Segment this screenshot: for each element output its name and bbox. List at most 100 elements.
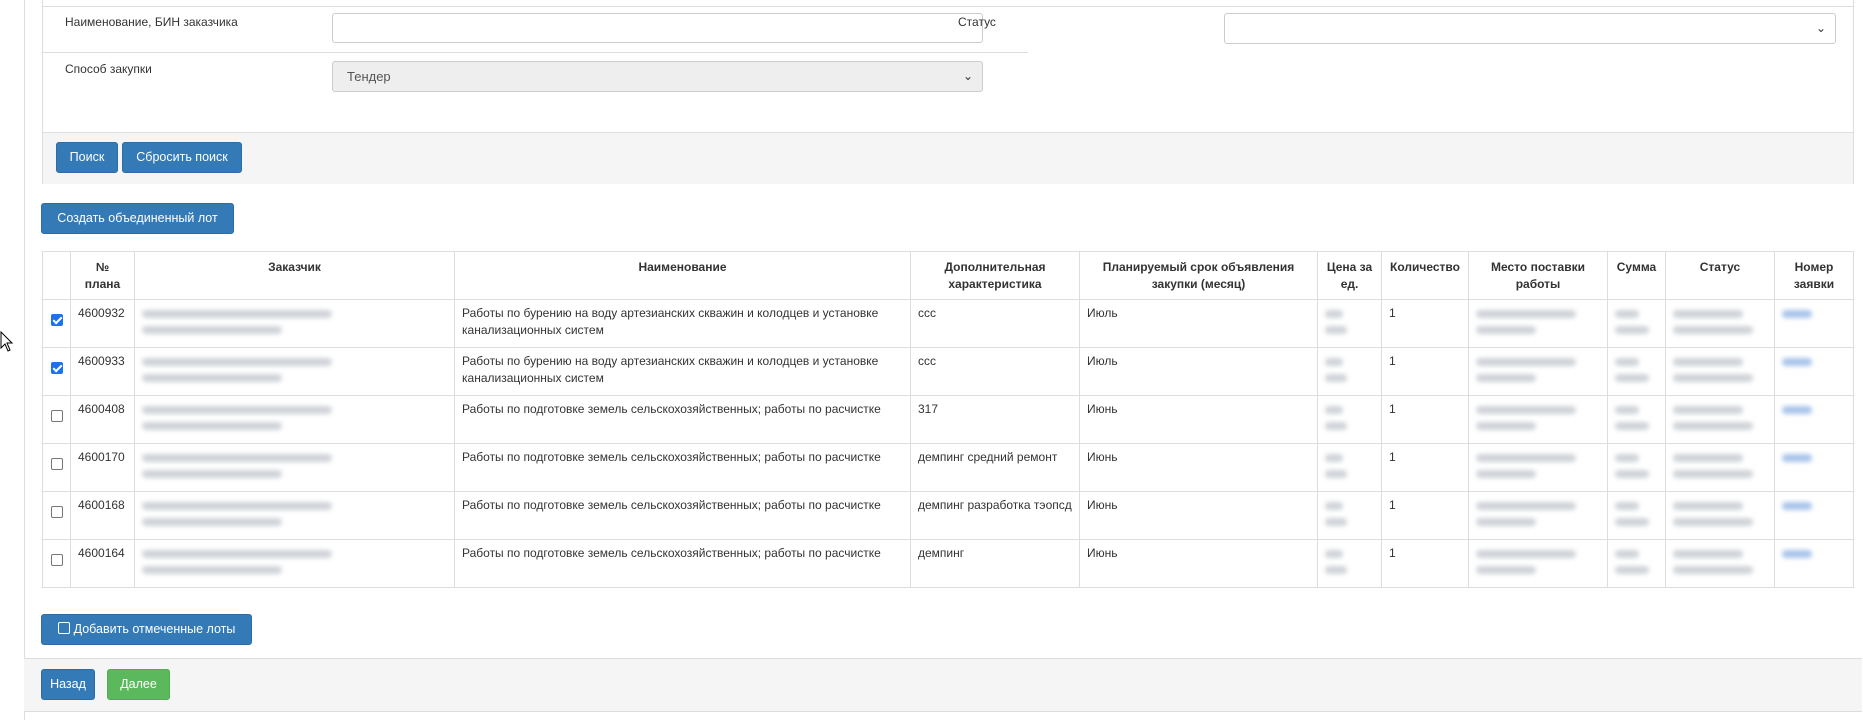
row-customer — [134, 299, 455, 348]
col-status[interactable]: Статус — [1665, 251, 1775, 300]
row-extra: демпинг — [910, 539, 1080, 588]
filter-panel: Наименование, БИН заказчика Статус ⌄ Спо… — [42, 0, 1854, 184]
col-app-number[interactable]: Номер заявки — [1774, 251, 1854, 300]
reset-search-button[interactable]: Сбросить поиск — [122, 142, 242, 173]
col-customer[interactable]: Заказчик — [134, 251, 455, 300]
status-label: Статус — [958, 15, 996, 29]
redacted-text — [1615, 422, 1649, 430]
check-square-icon — [57, 622, 70, 634]
redacted-text — [1476, 374, 1536, 382]
row-name: Работы по бурению на воду артезианских с… — [454, 347, 911, 396]
col-plan[interactable]: № плана — [70, 251, 135, 300]
col-place[interactable]: Место поставки работы — [1468, 251, 1608, 300]
redacted-text — [1476, 310, 1576, 318]
redacted-text — [1325, 502, 1343, 510]
table-row: 4600168 Работы по подготовке земель сельс… — [42, 491, 1854, 540]
search-button[interactable]: Поиск — [56, 142, 118, 173]
row-checkbox-box[interactable] — [50, 362, 63, 374]
row-place — [1468, 347, 1608, 396]
row-month: Июнь — [1079, 491, 1318, 540]
redacted-link[interactable] — [1782, 502, 1812, 510]
redacted-link[interactable] — [1782, 310, 1812, 318]
col-month[interactable]: Планируемый срок объявления закупки (мес… — [1079, 251, 1318, 300]
row-place — [1468, 395, 1608, 444]
row-checkbox-box[interactable] — [50, 410, 63, 422]
col-qty[interactable]: Количество — [1381, 251, 1469, 300]
row-checkbox-box[interactable] — [50, 458, 63, 470]
redacted-text — [1615, 310, 1639, 318]
add-marked-lots-button[interactable]: Добавить отмеченные лоты — [41, 614, 252, 645]
row-extra: ссс — [910, 347, 1080, 396]
row-checkbox — [42, 443, 71, 492]
col-sum[interactable]: Сумма — [1607, 251, 1666, 300]
row-name: Работы по подготовке земель сельскохозяй… — [454, 491, 911, 540]
row-extra: демпинг разработка тэопсд — [910, 491, 1080, 540]
row-checkbox-box[interactable] — [50, 506, 63, 518]
row-plan: 4600170 — [70, 443, 135, 492]
redacted-text — [1673, 454, 1743, 462]
row-checkbox-box[interactable] — [50, 314, 63, 326]
bottom-bar: Назад Далее — [24, 658, 1862, 712]
row-checkbox — [42, 395, 71, 444]
redacted-text — [1673, 326, 1753, 334]
redacted-link[interactable] — [1782, 454, 1812, 462]
redacted-text — [142, 406, 332, 414]
redacted-text — [1673, 566, 1753, 574]
redacted-text — [1673, 518, 1753, 526]
redacted-text — [142, 374, 282, 382]
row-price — [1317, 395, 1382, 444]
redacted-text — [1476, 518, 1536, 526]
row-month: Июль — [1079, 347, 1318, 396]
next-button[interactable]: Далее — [107, 669, 170, 700]
redacted-text — [142, 326, 282, 334]
row-place — [1468, 443, 1608, 492]
row-name: Работы по подготовке земель сельскохозяй… — [454, 539, 911, 588]
row-place — [1468, 299, 1608, 348]
row-place — [1468, 491, 1608, 540]
redacted-text — [1325, 470, 1347, 478]
row-extra: ссс — [910, 299, 1080, 348]
col-select — [42, 251, 71, 300]
status-select[interactable]: ⌄ — [1224, 13, 1836, 44]
table-row: 4600170 Работы по подготовке земель сельс… — [42, 443, 1854, 492]
redacted-text — [142, 502, 332, 510]
redacted-link[interactable] — [1782, 358, 1812, 366]
redacted-link[interactable] — [1782, 550, 1812, 558]
row-app-number — [1774, 395, 1854, 444]
col-name[interactable]: Наименование — [454, 251, 911, 300]
redacted-text — [142, 358, 332, 366]
row-customer — [134, 443, 455, 492]
row-qty: 1 — [1381, 299, 1469, 348]
redacted-link[interactable] — [1782, 406, 1812, 414]
row-qty: 1 — [1381, 347, 1469, 396]
redacted-text — [1673, 310, 1743, 318]
method-select[interactable]: Тендер ⌄ — [332, 61, 983, 92]
row-status — [1665, 299, 1775, 348]
redacted-text — [142, 310, 332, 318]
row-plan: 4600932 — [70, 299, 135, 348]
customer-input[interactable] — [332, 13, 983, 43]
col-extra[interactable]: Дополнительная характеристика — [910, 251, 1080, 300]
redacted-text — [1673, 422, 1753, 430]
redacted-text — [1325, 374, 1347, 382]
redacted-text — [1476, 358, 1576, 366]
create-combined-lot-button[interactable]: Создать объединенный лот — [41, 203, 234, 234]
redacted-text — [1615, 454, 1639, 462]
mouse-cursor-icon — [0, 331, 14, 352]
row-price — [1317, 347, 1382, 396]
row-customer — [134, 539, 455, 588]
row-plan: 4600168 — [70, 491, 135, 540]
redacted-text — [1325, 550, 1343, 558]
col-price[interactable]: Цена за ед. — [1317, 251, 1382, 300]
redacted-text — [1476, 502, 1576, 510]
row-app-number — [1774, 491, 1854, 540]
row-status — [1665, 347, 1775, 396]
redacted-text — [1325, 422, 1347, 430]
row-status — [1665, 491, 1775, 540]
lots-table: № плана Заказчик Наименование Дополнител… — [42, 251, 1854, 588]
row-checkbox-box[interactable] — [50, 554, 63, 566]
row-place — [1468, 539, 1608, 588]
redacted-text — [1673, 470, 1753, 478]
row-checkbox — [42, 347, 71, 396]
back-button[interactable]: Назад — [41, 669, 95, 700]
